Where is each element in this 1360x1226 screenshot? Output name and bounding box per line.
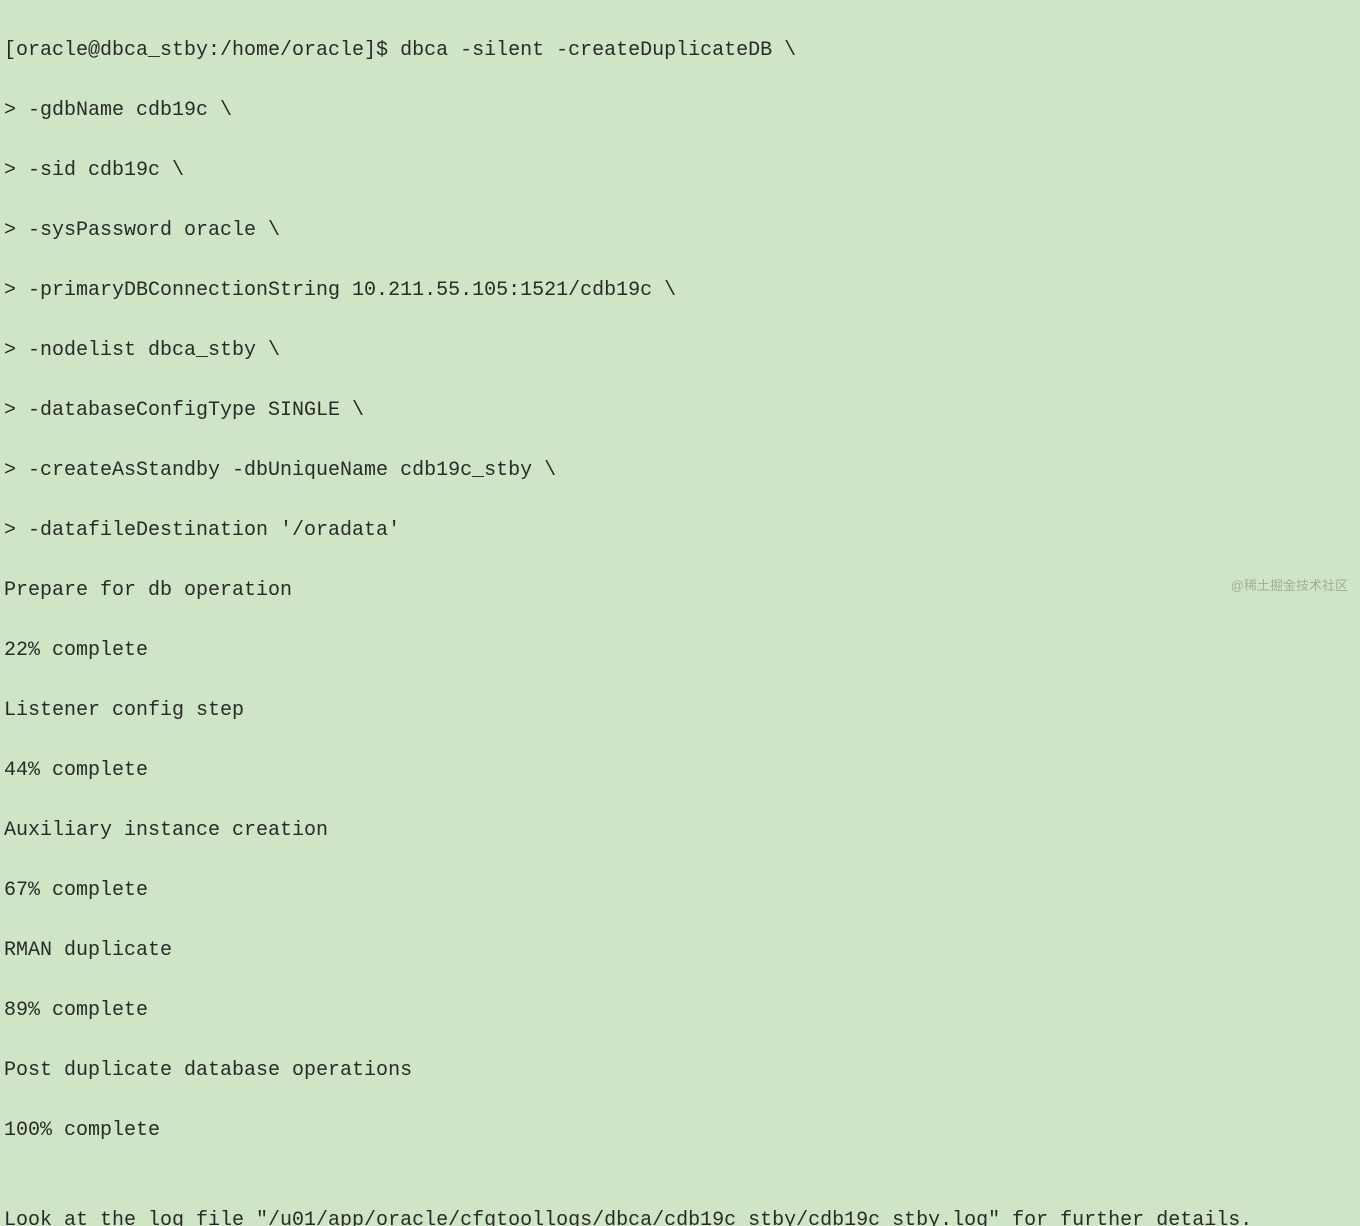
terminal-line: Listener config step [4, 696, 1356, 726]
terminal-line: > -nodelist dbca_stby \ [4, 336, 1356, 366]
terminal-line: Auxiliary instance creation [4, 816, 1356, 846]
terminal-line: > -primaryDBConnectionString 10.211.55.1… [4, 276, 1356, 306]
terminal-line: RMAN duplicate [4, 936, 1356, 966]
terminal-line: 44% complete [4, 756, 1356, 786]
terminal-line: 100% complete [4, 1116, 1356, 1146]
watermark-text: @稀土掘金技术社区 [1231, 576, 1348, 596]
terminal-line: 22% complete [4, 636, 1356, 666]
terminal-line: Prepare for db operation [4, 576, 1356, 606]
terminal-line: > -sysPassword oracle \ [4, 216, 1356, 246]
terminal-output: [oracle@dbca_stby:/home/oracle]$ dbca -s… [4, 6, 1356, 1226]
terminal-line: > -sid cdb19c \ [4, 156, 1356, 186]
terminal-line: Look at the log file "/u01/app/oracle/cf… [4, 1206, 1356, 1226]
terminal-line: > -databaseConfigType SINGLE \ [4, 396, 1356, 426]
terminal-line: > -gdbName cdb19c \ [4, 96, 1356, 126]
terminal-line: [oracle@dbca_stby:/home/oracle]$ dbca -s… [4, 36, 1356, 66]
terminal-line: > -datafileDestination '/oradata' [4, 516, 1356, 546]
terminal-line: Post duplicate database operations [4, 1056, 1356, 1086]
terminal-line: > -createAsStandby -dbUniqueName cdb19c_… [4, 456, 1356, 486]
terminal-line: 67% complete [4, 876, 1356, 906]
terminal-line: 89% complete [4, 996, 1356, 1026]
